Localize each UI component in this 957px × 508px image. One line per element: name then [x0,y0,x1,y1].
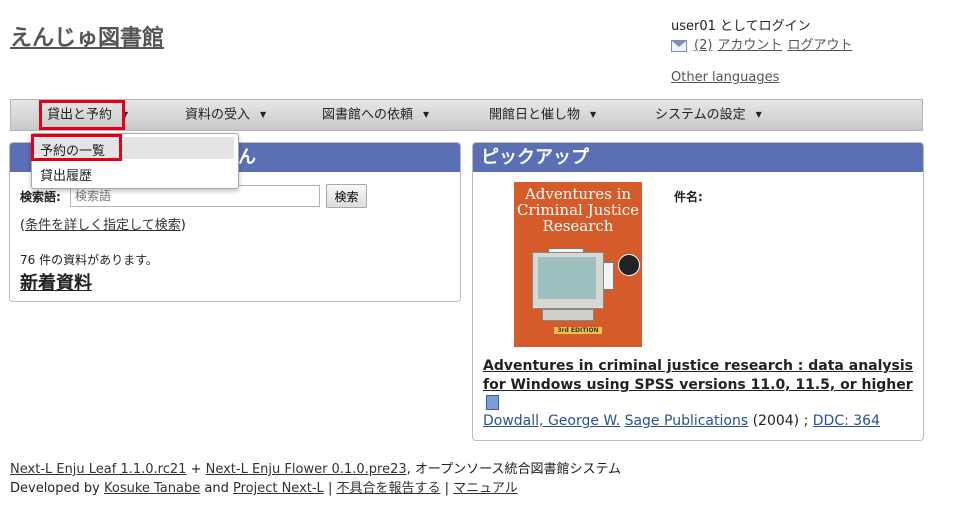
footer-plus: + [186,462,206,477]
book-meta: Dowdall, George W. Sage Publications (20… [483,413,880,429]
report-bug-link[interactable]: 不具合を報告する [336,481,440,496]
caret-down-icon: ▼ [755,110,762,119]
footer: Next-L Enju Leaf 1.1.0.rc21 + Next-L Enj… [10,460,621,498]
menu-acquisition[interactable]: 資料の受入 ▼ [185,100,266,130]
enju-leaf-link[interactable]: Next-L Enju Leaf 1.1.0.rc21 [10,462,186,477]
user-box: user01 としてログイン (2) アカウント ログアウト [671,17,852,55]
ddc-link[interactable]: DDC: 364 [813,413,880,429]
menu-requests[interactable]: 図書館への依頼 ▼ [322,100,429,130]
caret-down-icon: ▼ [590,110,597,119]
cover-art [542,309,594,321]
book-cover-image[interactable]: Adventures in Criminal Justice Research … [514,182,642,347]
publisher-link[interactable]: Sage Publications [625,413,749,429]
book-title: Adventures in criminal justice research … [483,357,913,414]
author-link[interactable]: Dowdall, George W. [483,413,620,429]
pickup-panel-header: ピックアップ [473,143,923,172]
dropdown-item-checkout-history[interactable]: 貸出履歴 [40,165,92,184]
mail-icon[interactable] [671,39,687,52]
footer-and: and [200,481,233,496]
footer-sep: | [323,481,337,496]
panel-header-text: ん [238,147,256,168]
project-next-l-link[interactable]: Project Next-L [233,481,324,496]
cover-edition: 3rd EDITION [514,327,642,334]
pub-year: (2004) ; [752,413,809,429]
book-title-link[interactable]: Adventures in criminal justice research … [483,358,913,393]
cover-seal [618,254,640,276]
new-materials-link[interactable]: 新着資料 [20,269,92,295]
item-count: 76 件の資料があります。 [20,253,158,267]
menu-label: 図書館への依頼 [322,107,414,123]
menu-system-settings[interactable]: システムの設定 ▼ [655,100,762,130]
highlight-box [39,100,125,130]
footer-developed-by: Developed by [10,481,104,496]
menu-events[interactable]: 開館日と催し物 ▼ [489,100,596,130]
manual-link[interactable]: マニュアル [453,481,518,496]
kosuke-link[interactable]: Kosuke Tanabe [104,481,200,496]
logout-link[interactable]: ログアウト [787,36,852,55]
search-label: 検索語: [20,190,61,204]
messages-link[interactable]: (2) [694,36,712,55]
enju-flower-link[interactable]: Next-L Enju Flower 0.1.0.pre23 [206,462,407,477]
caret-down-icon: ▼ [260,110,267,119]
other-languages-link[interactable]: Other languages [671,70,779,85]
site-title[interactable]: えんじゅ図書館 [10,20,164,52]
caret-down-icon: ▼ [423,110,430,119]
main-menu-bar: 貸出と予約 ▼ 資料の受入 ▼ 図書館への依頼 ▼ 開館日と催し物 ▼ システムの設定 ▼ [10,99,923,131]
highlight-box [31,134,122,161]
cover-edition-text: 3rd EDITION [554,327,602,334]
account-link[interactable]: アカウント [717,36,782,55]
advanced-search-link[interactable]: 条件を詳しく指定して検索 [25,218,181,233]
menu-label: 開館日と催し物 [489,107,581,123]
subject-label: 件名: [674,190,703,204]
footer-sep: | [440,481,454,496]
menu-label: システムの設定 [655,107,746,123]
book-icon [486,395,499,410]
menu-label: 資料の受入 [185,107,251,123]
paren-close: ) [180,218,186,233]
advanced-search: (条件を詳しく指定して検索) [20,214,186,233]
login-status: user01 としてログイン [671,19,811,34]
footer-system-text: , オープンソース統合図書館システム [406,462,622,477]
cover-art [532,252,604,309]
cover-title: Adventures in Criminal Justice Research [516,185,640,235]
search-button[interactable]: 検索 [326,184,367,208]
